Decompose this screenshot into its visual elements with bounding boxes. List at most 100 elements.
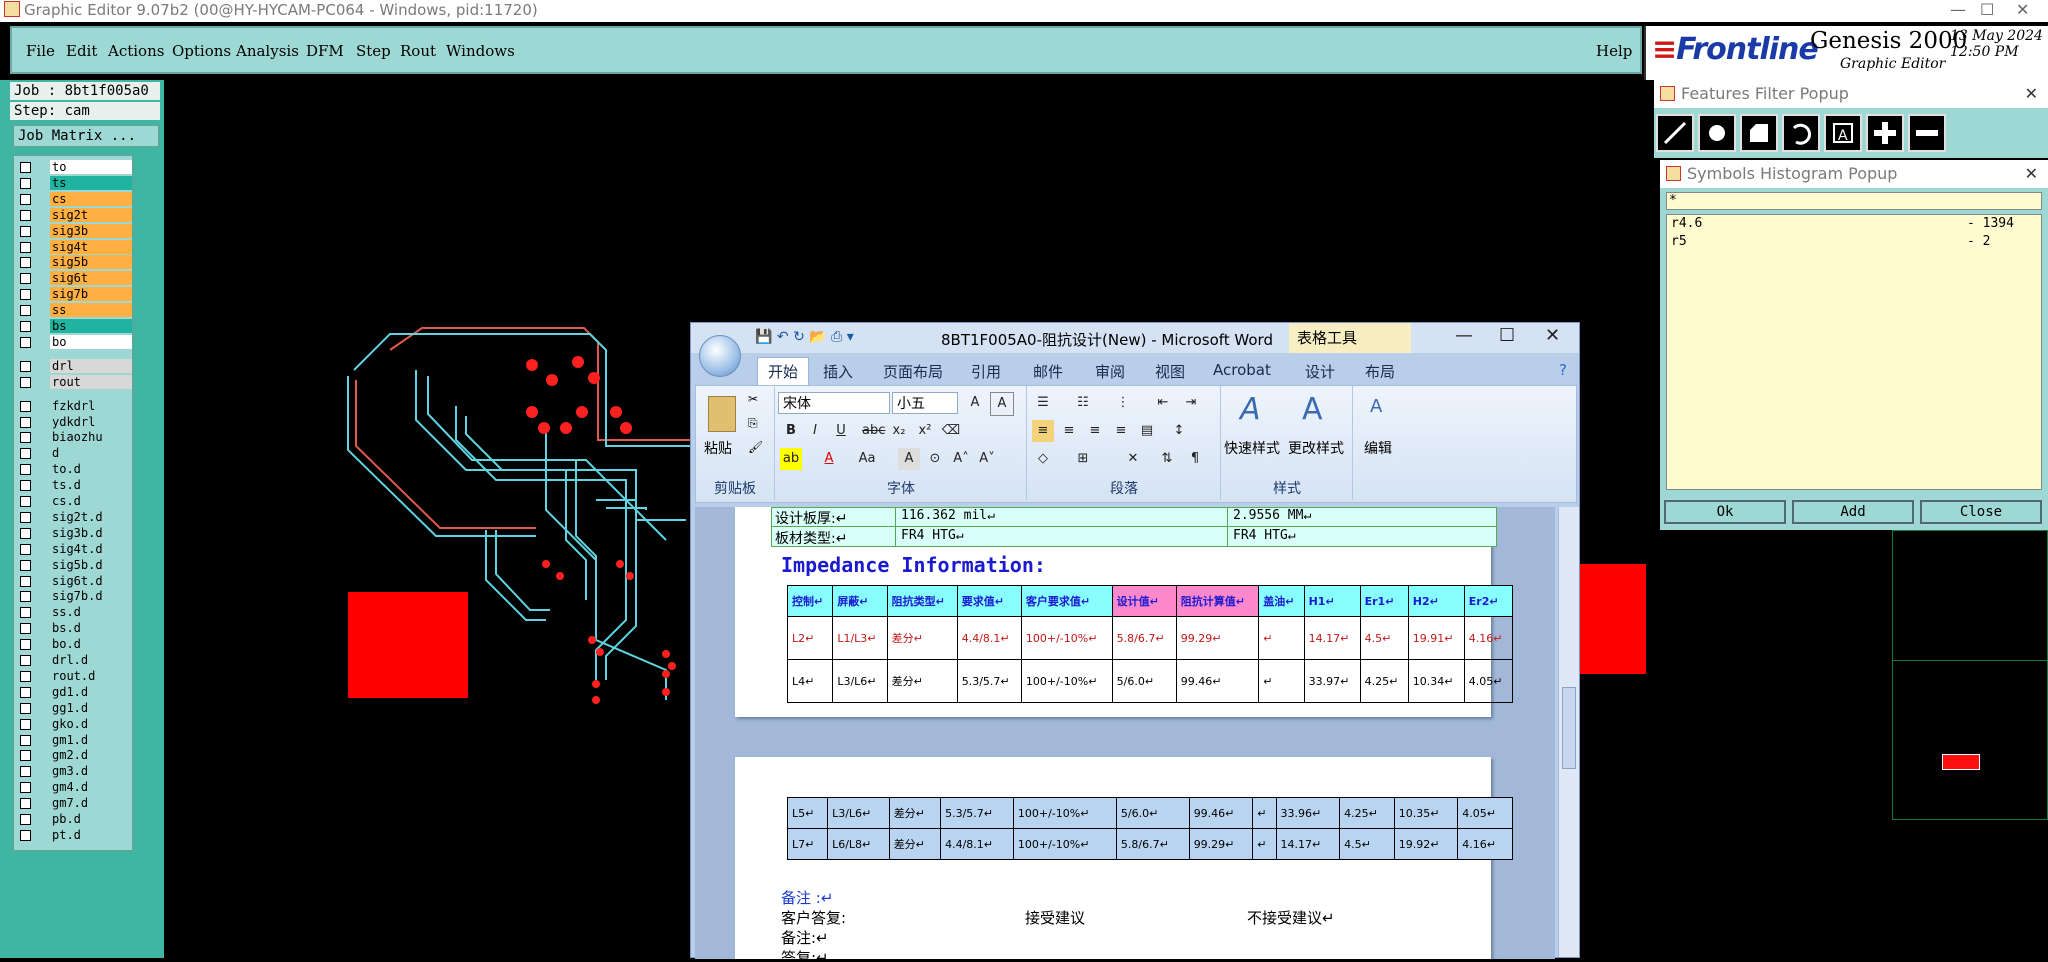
layer-name[interactable]: sig5b.d [50,557,132,572]
layer-checkbox[interactable] [20,655,31,666]
layer-name[interactable]: sig7b.d [50,589,132,604]
layer-name[interactable]: sig5b [50,255,132,270]
shrink-font-icon[interactable]: A˅ [976,448,998,470]
table-cell[interactable]: L1/L3↵ [832,616,888,660]
layer-name[interactable]: gm1.d [50,732,132,747]
layer-row[interactable]: to [14,160,132,175]
change-style-button[interactable]: 更改样式 [1288,438,1344,458]
layer-checkbox[interactable] [20,193,31,205]
add-button[interactable]: Add [1792,500,1914,524]
layer-row[interactable]: gm4.d [14,780,132,795]
layer-row[interactable]: cs.d [14,494,132,509]
layer-name[interactable]: sig2t.d [50,509,132,524]
layer-checkbox[interactable] [20,829,31,841]
table-cell[interactable]: L3/L6↵ [827,797,890,829]
layer-name[interactable]: bs.d [50,621,132,636]
bullets-icon[interactable]: ☰ [1032,392,1054,414]
layer-name[interactable]: biaozhu [50,430,132,445]
layer-row[interactable]: pt.d [14,827,132,843]
tab-acrobat[interactable]: Acrobat [1213,361,1271,379]
layer-row[interactable]: pb.d [14,812,132,827]
font-size-select[interactable]: 小五 [892,392,958,414]
layer-row[interactable]: drl [14,358,132,374]
add-icon[interactable] [1866,114,1904,152]
numbering-icon[interactable]: ☷ [1072,392,1094,414]
close-button[interactable]: Close [1920,500,2042,524]
minimize-icon[interactable]: — [1455,325,1473,346]
layer-name[interactable]: drl.d [50,653,132,667]
layer-checkbox[interactable] [20,734,31,746]
italic-icon[interactable]: I [804,420,826,442]
layer-name[interactable]: pt.d [50,827,132,842]
table-cell[interactable]: 19.91↵ [1407,616,1465,660]
layer-row[interactable]: bs [14,319,132,334]
symbol-filter-input[interactable]: * [1666,192,2042,210]
decrease-indent-icon[interactable]: ⇤ [1152,392,1174,414]
tab-review[interactable]: 审阅 [1095,361,1125,382]
vertical-scrollbar[interactable] [1558,507,1579,957]
layer-checkbox[interactable] [20,209,31,221]
layer-name[interactable]: sig6t.d [50,573,132,588]
layer-row[interactable]: gm2.d [14,748,132,763]
table-cell[interactable]: 5.8/6.7↵ [1115,828,1190,860]
font-name-select[interactable]: 宋体 [778,392,890,414]
menu-file[interactable]: File [26,42,55,60]
table-cell[interactable]: 差分↵ [888,797,942,829]
tab-insert[interactable]: 插入 [823,361,853,382]
layer-name[interactable]: ss.d [50,605,132,620]
table-cell[interactable]: 差分↵ [886,659,958,703]
layer-row[interactable]: sig7b.d [14,589,132,604]
table-cell[interactable]: ↵ [1258,616,1305,660]
layer-row[interactable]: gm3.d [14,764,132,779]
underline-icon[interactable]: U [830,420,852,442]
table-cell[interactable]: 差分↵ [886,616,958,660]
layer-row[interactable]: cs [14,191,132,207]
table-cell[interactable]: 33.96↵ [1275,797,1341,829]
table-cell[interactable]: 99.46↵ [1188,797,1254,829]
table-cell[interactable]: 99.46↵ [1175,659,1260,703]
justify-icon[interactable]: ≡ [1110,420,1132,442]
layer-row[interactable]: bs.d [14,621,132,636]
table-cell[interactable]: 4.5↵ [1359,616,1409,660]
table-cell[interactable]: 4.5↵ [1339,828,1395,860]
layer-row[interactable]: sig2t [14,207,132,223]
layer-checkbox[interactable] [20,480,31,492]
tab-design[interactable]: 设计 [1305,361,1335,382]
table-cell[interactable]: 33.97↵ [1303,659,1361,703]
layer-name[interactable]: gg1.d [50,700,132,715]
find-icon[interactable]: A [1370,396,1382,417]
layer-checkbox[interactable] [20,607,31,619]
font-color-icon[interactable]: A [818,448,840,470]
bold-icon[interactable]: B [780,420,802,442]
surface-icon[interactable] [1740,114,1778,152]
grow-font-icon[interactable]: A˄ [950,448,972,470]
list-item[interactable]: r5 - 2 [1667,233,2041,251]
table-cell[interactable]: 4.05↵ [1463,659,1514,703]
close-icon[interactable]: ✕ [2025,160,2038,188]
superscript-icon[interactable]: x² [914,420,936,442]
pad-icon[interactable] [1698,114,1736,152]
symbol-list[interactable]: r4.6 - 1394 r5 - 2 [1666,214,2042,490]
arc-icon[interactable] [1782,114,1820,152]
line-spacing-icon[interactable]: ↕ [1168,420,1190,442]
layer-name[interactable]: rout [50,374,132,389]
change-style-icon[interactable]: A [1302,392,1323,427]
table-cell[interactable]: 4.25↵ [1339,797,1395,829]
subscript-icon[interactable]: x₂ [888,420,910,442]
layer-row[interactable]: sig5b [14,255,132,270]
layer-checkbox[interactable] [20,718,31,730]
quick-access-icon[interactable]: 💾 ↶ ↻ 📂 ⎙ ▾ [755,329,854,345]
table-cell[interactable]: L5↵ [786,797,829,829]
layer-checkbox[interactable] [20,321,31,332]
layer-name[interactable]: cs [50,191,132,206]
enclose-char-icon[interactable]: ⊙ [924,448,946,470]
layer-checkbox[interactable] [20,273,31,285]
strikethrough-icon[interactable]: abc [862,420,885,442]
menu-rout[interactable]: Rout [400,42,436,60]
shading-icon[interactable]: ◇ [1032,448,1054,470]
layer-name[interactable]: gm4.d [50,780,132,795]
layer-name[interactable]: gm2.d [50,748,132,763]
layer-row[interactable]: gm7.d [14,796,132,811]
table-cell[interactable]: 4.16↵ [1463,616,1514,660]
tab-layout[interactable]: 布局 [1365,361,1395,382]
